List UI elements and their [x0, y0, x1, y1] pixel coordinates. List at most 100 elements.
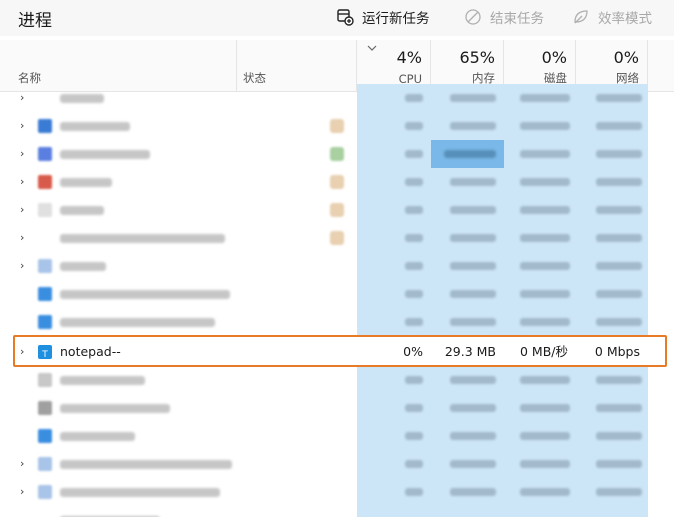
obscured-process-name [60, 234, 225, 243]
obscured-value [520, 262, 570, 270]
obscured-value [405, 404, 423, 412]
toolbar: 进程 运行新任务 结束任务 效率模式 [0, 0, 674, 36]
obscured-value [520, 150, 570, 158]
process-network: 0 Mbps [594, 344, 640, 359]
efficiency-mode-label: 效率模式 [598, 11, 652, 27]
app-icon [38, 373, 52, 387]
obscured-value [596, 376, 642, 384]
obscured-value [450, 404, 496, 412]
obscured-value [450, 262, 496, 270]
obscured-value [450, 460, 496, 468]
obscured-value [450, 290, 496, 298]
obscured-value [520, 318, 570, 326]
obscured-value [450, 122, 496, 130]
efficiency-mode-button[interactable]: 效率模式 [572, 7, 652, 27]
process-list: › › › › › › › › T notepad-- 0% 29.3 MB 0… [0, 84, 674, 517]
process-row[interactable] [0, 366, 674, 394]
process-row[interactable]: › [0, 168, 674, 196]
process-row[interactable]: › [0, 112, 674, 140]
obscured-process-name [60, 432, 135, 441]
app-icon [38, 203, 52, 217]
process-row[interactable]: › [0, 84, 674, 112]
status-icon [330, 147, 344, 161]
obscured-value [450, 94, 496, 102]
sort-chevron-icon [367, 44, 377, 55]
status-icon [330, 175, 344, 189]
obscured-value [450, 206, 496, 214]
end-task-button[interactable]: 结束任务 [464, 7, 544, 27]
process-row[interactable] [0, 280, 674, 308]
obscured-value [520, 290, 570, 298]
obscured-value [520, 94, 570, 102]
app-icon [38, 259, 52, 273]
obscured-value [596, 206, 642, 214]
process-row[interactable]: › [0, 450, 674, 478]
obscured-value [405, 290, 423, 298]
obscured-value [596, 234, 642, 242]
expand-chevron-icon[interactable]: › [20, 450, 24, 478]
run-new-task-button[interactable]: 运行新任务 [336, 7, 430, 27]
expand-chevron-icon[interactable]: › [20, 478, 24, 506]
obscured-value [450, 178, 496, 186]
obscured-process-name [60, 94, 104, 103]
process-row[interactable]: › [0, 196, 674, 224]
obscured-value [596, 178, 642, 186]
obscured-value [405, 206, 423, 214]
obscured-process-name [60, 122, 130, 131]
obscured-value [450, 432, 496, 440]
page-title: 进程 [18, 11, 52, 31]
process-row[interactable]: › [0, 506, 674, 517]
disk-percent: 0% [541, 48, 567, 67]
expand-chevron-icon[interactable]: › [20, 506, 24, 517]
process-row[interactable] [0, 308, 674, 336]
obscured-process-name [60, 318, 215, 327]
status-icon [330, 119, 344, 133]
obscured-value [405, 94, 423, 102]
obscured-value [596, 290, 642, 298]
obscured-value [596, 318, 642, 326]
obscured-process-name [60, 290, 230, 299]
expand-chevron-icon[interactable]: › [20, 168, 24, 196]
end-task-label: 结束任务 [490, 11, 544, 27]
process-row[interactable]: › [0, 252, 674, 280]
app-icon [38, 147, 52, 161]
process-disk: 0 MB/秒 [520, 344, 568, 359]
obscured-value [405, 178, 423, 186]
obscured-value [405, 262, 423, 270]
expand-chevron-icon[interactable]: › [20, 196, 24, 224]
obscured-value [450, 234, 496, 242]
obscured-value [405, 234, 423, 242]
expand-chevron-icon[interactable]: › [20, 338, 24, 366]
obscured-value [405, 460, 423, 468]
expand-chevron-icon[interactable]: › [20, 224, 24, 252]
obscured-process-name [60, 206, 104, 215]
expand-chevron-icon[interactable]: › [20, 84, 24, 112]
obscured-process-name [60, 488, 220, 497]
expand-chevron-icon[interactable]: › [20, 252, 24, 280]
obscured-value [596, 432, 642, 440]
obscured-process-name [60, 178, 112, 187]
obscured-process-name [60, 150, 150, 159]
obscured-value [405, 432, 423, 440]
obscured-value [596, 150, 642, 158]
leaf-icon [572, 8, 590, 26]
obscured-value [444, 150, 496, 158]
run-new-task-label: 运行新任务 [362, 11, 430, 27]
process-row[interactable]: › [0, 140, 674, 168]
process-row[interactable]: › [0, 224, 674, 252]
cpu-percent: 4% [396, 48, 422, 67]
network-percent: 0% [613, 48, 639, 67]
obscured-process-name [60, 262, 106, 271]
process-row-notepad[interactable]: › T notepad-- 0% 29.3 MB 0 MB/秒 0 Mbps [0, 338, 674, 366]
process-row[interactable] [0, 422, 674, 450]
expand-chevron-icon[interactable]: › [20, 112, 24, 140]
obscured-value [596, 94, 642, 102]
process-row[interactable]: › [0, 478, 674, 506]
obscured-process-name [60, 404, 170, 413]
app-icon [38, 175, 52, 189]
app-icon [38, 315, 52, 329]
obscured-process-name [60, 460, 232, 469]
expand-chevron-icon[interactable]: › [20, 140, 24, 168]
obscured-value [520, 122, 570, 130]
process-row[interactable] [0, 394, 674, 422]
